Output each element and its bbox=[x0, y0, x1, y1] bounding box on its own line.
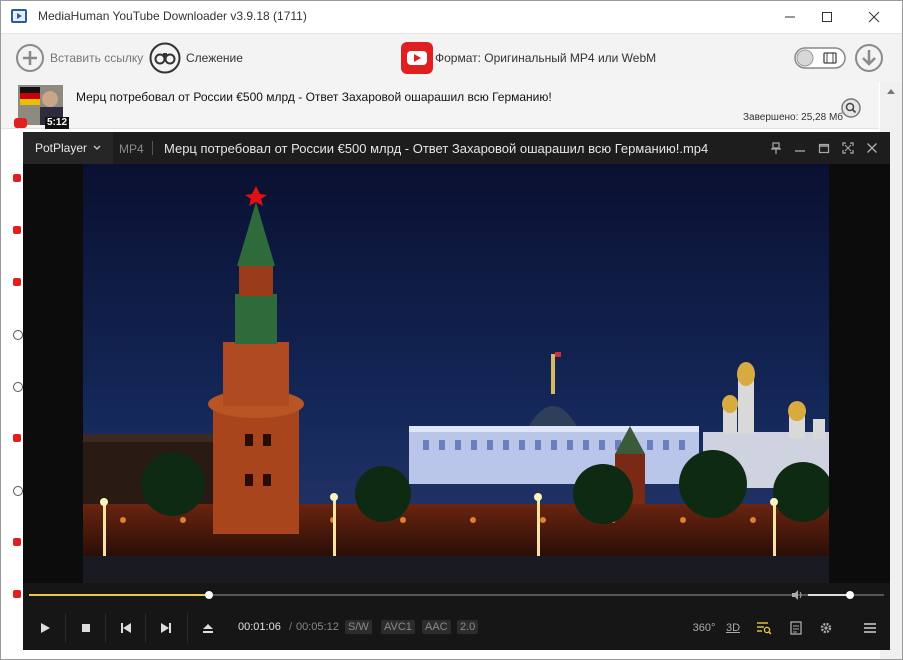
volume-icon bbox=[792, 590, 802, 600]
youtube-small-icon bbox=[13, 538, 21, 546]
gear-icon bbox=[820, 622, 832, 634]
pp-close-button[interactable] bbox=[862, 138, 882, 158]
minimize-icon bbox=[795, 150, 805, 152]
paste-link-label: Вставить ссылку bbox=[50, 51, 144, 65]
potplayer-window: PotPlayer MP4 Мерц потребовал от России … bbox=[23, 132, 890, 650]
circle-icon bbox=[13, 486, 23, 496]
volume-level bbox=[808, 594, 850, 596]
download-status: Завершено: 25,28 Мб bbox=[743, 112, 844, 123]
next-button[interactable] bbox=[145, 613, 186, 643]
search-icon bbox=[841, 98, 861, 118]
pin-button[interactable] bbox=[766, 138, 786, 158]
chevron-down-icon bbox=[93, 145, 101, 150]
list-item[interactable]: 5:12 Мерц потребовал от России €500 млрд… bbox=[1, 82, 879, 129]
video-title: Мерц потребовал от России €500 млрд - От… bbox=[76, 90, 552, 104]
video-duration: 5:12 bbox=[45, 117, 70, 129]
subtitles-button[interactable] bbox=[783, 615, 809, 641]
circle-icon bbox=[13, 382, 23, 392]
eject-icon bbox=[203, 624, 213, 633]
paste-link-button[interactable]: Вставить ссылку bbox=[15, 42, 143, 74]
play-icon bbox=[41, 623, 50, 633]
app-logo-icon bbox=[11, 9, 27, 23]
circle-icon bbox=[13, 330, 23, 340]
volume-handle[interactable] bbox=[846, 591, 854, 599]
media-player-toggle[interactable] bbox=[794, 42, 846, 74]
youtube-small-icon bbox=[13, 174, 21, 182]
youtube-small-icon bbox=[13, 590, 21, 598]
tracking-button[interactable]: Слежение bbox=[149, 42, 243, 74]
list-side-markers bbox=[1, 130, 23, 659]
kremlin-night-image bbox=[83, 164, 829, 583]
volume-slider[interactable] bbox=[808, 591, 878, 599]
seek-bar[interactable] bbox=[29, 591, 884, 599]
total-time: 00:05:12 bbox=[296, 621, 339, 633]
video-frame[interactable] bbox=[83, 164, 829, 583]
potplayer-brand: PotPlayer bbox=[35, 141, 88, 155]
format-selector[interactable]: Формат: Оригинальный MP4 или WebM bbox=[401, 42, 656, 74]
main-toolbar: Вставить ссылку Слежение Формат: Оригина… bbox=[1, 33, 902, 83]
file-format: MP4 bbox=[119, 142, 144, 156]
skip-back-icon bbox=[121, 623, 131, 633]
seek-handle[interactable] bbox=[205, 591, 214, 599]
maximize-icon bbox=[818, 143, 830, 154]
potplayer-menu-button[interactable]: PotPlayer bbox=[23, 132, 113, 164]
hamburger-menu-icon bbox=[864, 623, 876, 633]
youtube-small-icon bbox=[13, 226, 21, 234]
scroll-up-icon bbox=[887, 89, 895, 94]
stop-icon bbox=[82, 624, 90, 632]
youtube-small-icon bbox=[14, 118, 27, 128]
skip-forward-icon bbox=[161, 623, 171, 633]
download-arrow-icon bbox=[855, 44, 883, 72]
youtube-small-icon bbox=[13, 278, 21, 286]
channels-badge[interactable]: 2.0 bbox=[457, 620, 479, 634]
maximize-icon bbox=[821, 11, 832, 22]
player-controls: 00:01:06 / 00:05:12 S/W AVC1 AAC 2.0 360… bbox=[23, 583, 890, 650]
tracking-label: Слежение bbox=[186, 51, 243, 65]
search-file-button[interactable] bbox=[841, 98, 861, 121]
window-title: MediaHuman YouTube Downloader v3.9.18 (1… bbox=[38, 9, 307, 23]
document-icon bbox=[790, 621, 802, 635]
close-icon bbox=[868, 11, 879, 22]
seek-progress bbox=[29, 594, 210, 596]
playlist-search-button[interactable] bbox=[751, 615, 777, 641]
download-all-button[interactable] bbox=[854, 42, 884, 74]
title-divider bbox=[152, 141, 153, 155]
vr-360-button[interactable]: 360° bbox=[691, 615, 717, 641]
pp-maximize-button[interactable] bbox=[814, 138, 834, 158]
plus-icon bbox=[16, 44, 44, 72]
app-window: MediaHuman YouTube Downloader v3.9.18 (1… bbox=[0, 0, 903, 660]
menu-button[interactable] bbox=[857, 615, 883, 641]
pp-minimize-button[interactable] bbox=[790, 138, 810, 158]
3d-button[interactable]: 3D bbox=[720, 615, 746, 641]
potplayer-title-bar: PotPlayer MP4 Мерц потребовал от России … bbox=[23, 132, 890, 164]
youtube-small-icon bbox=[13, 434, 21, 442]
previous-button[interactable] bbox=[105, 613, 146, 643]
time-separator: / bbox=[289, 621, 293, 633]
video-codec-badge[interactable]: AVC1 bbox=[381, 620, 415, 634]
pin-icon bbox=[771, 142, 781, 154]
close-icon bbox=[867, 143, 877, 153]
vr-360-label: 360° bbox=[692, 622, 716, 634]
format-label: Формат: Оригинальный MP4 или WebM bbox=[435, 51, 657, 65]
3d-label: 3D bbox=[725, 622, 741, 634]
eject-button[interactable] bbox=[187, 613, 228, 643]
binoculars-icon bbox=[149, 42, 181, 74]
sw-badge[interactable]: S/W bbox=[345, 620, 372, 634]
pp-fullscreen-button[interactable] bbox=[838, 138, 858, 158]
playlist-search-icon bbox=[757, 622, 772, 635]
toggle-switch-icon bbox=[794, 47, 846, 69]
stop-button[interactable] bbox=[65, 613, 106, 643]
audio-codec-badge[interactable]: AAC bbox=[422, 620, 451, 634]
maximize-button[interactable] bbox=[804, 1, 849, 32]
minimize-icon bbox=[784, 16, 795, 17]
file-name: Мерц потребовал от России €500 млрд - От… bbox=[164, 141, 709, 156]
fullscreen-icon bbox=[842, 142, 854, 154]
close-button[interactable] bbox=[851, 1, 896, 32]
current-time: 00:01:06 bbox=[238, 621, 281, 633]
title-bar: MediaHuman YouTube Downloader v3.9.18 (1… bbox=[1, 1, 902, 32]
youtube-icon bbox=[401, 42, 433, 74]
play-button[interactable] bbox=[25, 613, 65, 643]
settings-button[interactable] bbox=[813, 615, 839, 641]
